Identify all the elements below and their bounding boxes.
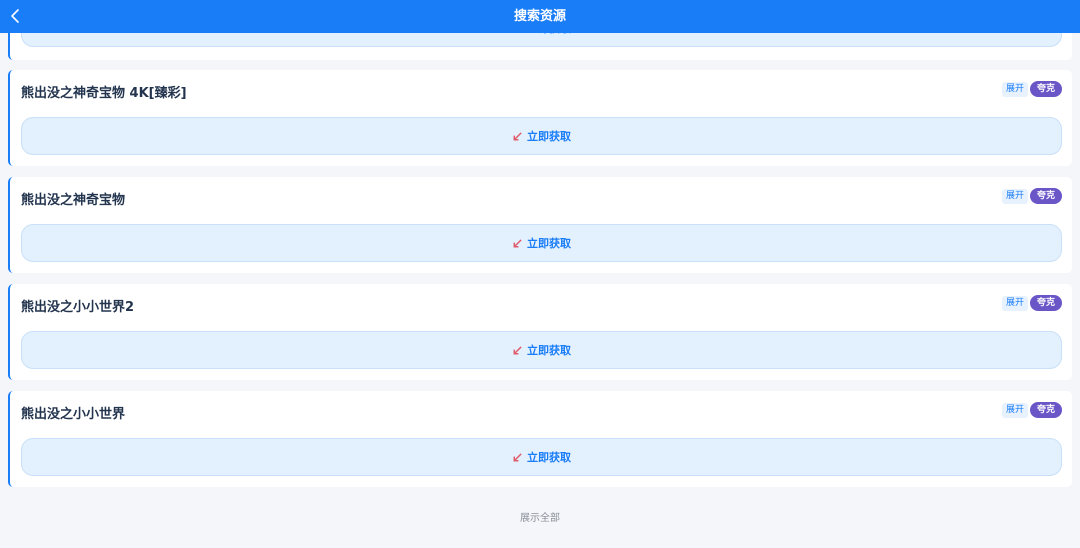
get-now-label: 立即获取 — [527, 130, 571, 143]
expand-button[interactable]: 展开 — [1001, 403, 1028, 418]
get-now-button[interactable]: 立即获取 — [21, 117, 1062, 155]
get-now-label: 立即获取 — [527, 344, 571, 357]
arrow-icon — [513, 452, 522, 461]
get-now-button[interactable]: 立即获取 — [21, 438, 1062, 476]
provider-badge: 夸克 — [1030, 402, 1062, 418]
results-list: 立即获取 熊出没之神奇宝物 4K[臻彩] 展开 夸克 立即获取 熊出没之神奇宝物… — [0, 0, 1080, 548]
provider-badge: 夸克 — [1030, 81, 1062, 97]
result-card: 熊出没之小小世界2 展开 夸克 立即获取 — [8, 284, 1072, 380]
arrow-icon — [513, 131, 522, 140]
get-now-button[interactable]: 立即获取 — [21, 331, 1062, 369]
expand-button[interactable]: 展开 — [1001, 189, 1028, 204]
result-card: 熊出没之神奇宝物 4K[臻彩] 展开 夸克 立即获取 — [8, 70, 1072, 166]
expand-button[interactable]: 展开 — [1001, 82, 1028, 97]
arrow-icon — [513, 345, 522, 354]
get-now-button[interactable]: 立即获取 — [21, 224, 1062, 262]
result-card: 熊出没之神奇宝物 展开 夸克 立即获取 — [8, 177, 1072, 273]
result-title: 熊出没之小小世界2 — [21, 300, 135, 315]
show-all-link[interactable]: 展示全部 — [0, 509, 1080, 524]
page-title: 搜索资源 — [513, 9, 566, 24]
provider-badge: 夸克 — [1030, 295, 1062, 311]
get-now-label: 立即获取 — [527, 237, 571, 250]
result-title: 熊出没之神奇宝物 4K[臻彩] — [21, 86, 187, 101]
result-card: 熊出没之小小世界 展开 夸克 立即获取 — [8, 391, 1072, 487]
result-title: 熊出没之神奇宝物 — [21, 193, 126, 208]
arrow-icon — [513, 238, 522, 247]
expand-button[interactable]: 展开 — [1001, 296, 1028, 311]
provider-badge: 夸克 — [1030, 188, 1062, 204]
get-now-label: 立即获取 — [527, 451, 571, 464]
header-bar: 搜索资源 — [0, 0, 1080, 33]
result-title: 熊出没之小小世界 — [21, 407, 126, 422]
